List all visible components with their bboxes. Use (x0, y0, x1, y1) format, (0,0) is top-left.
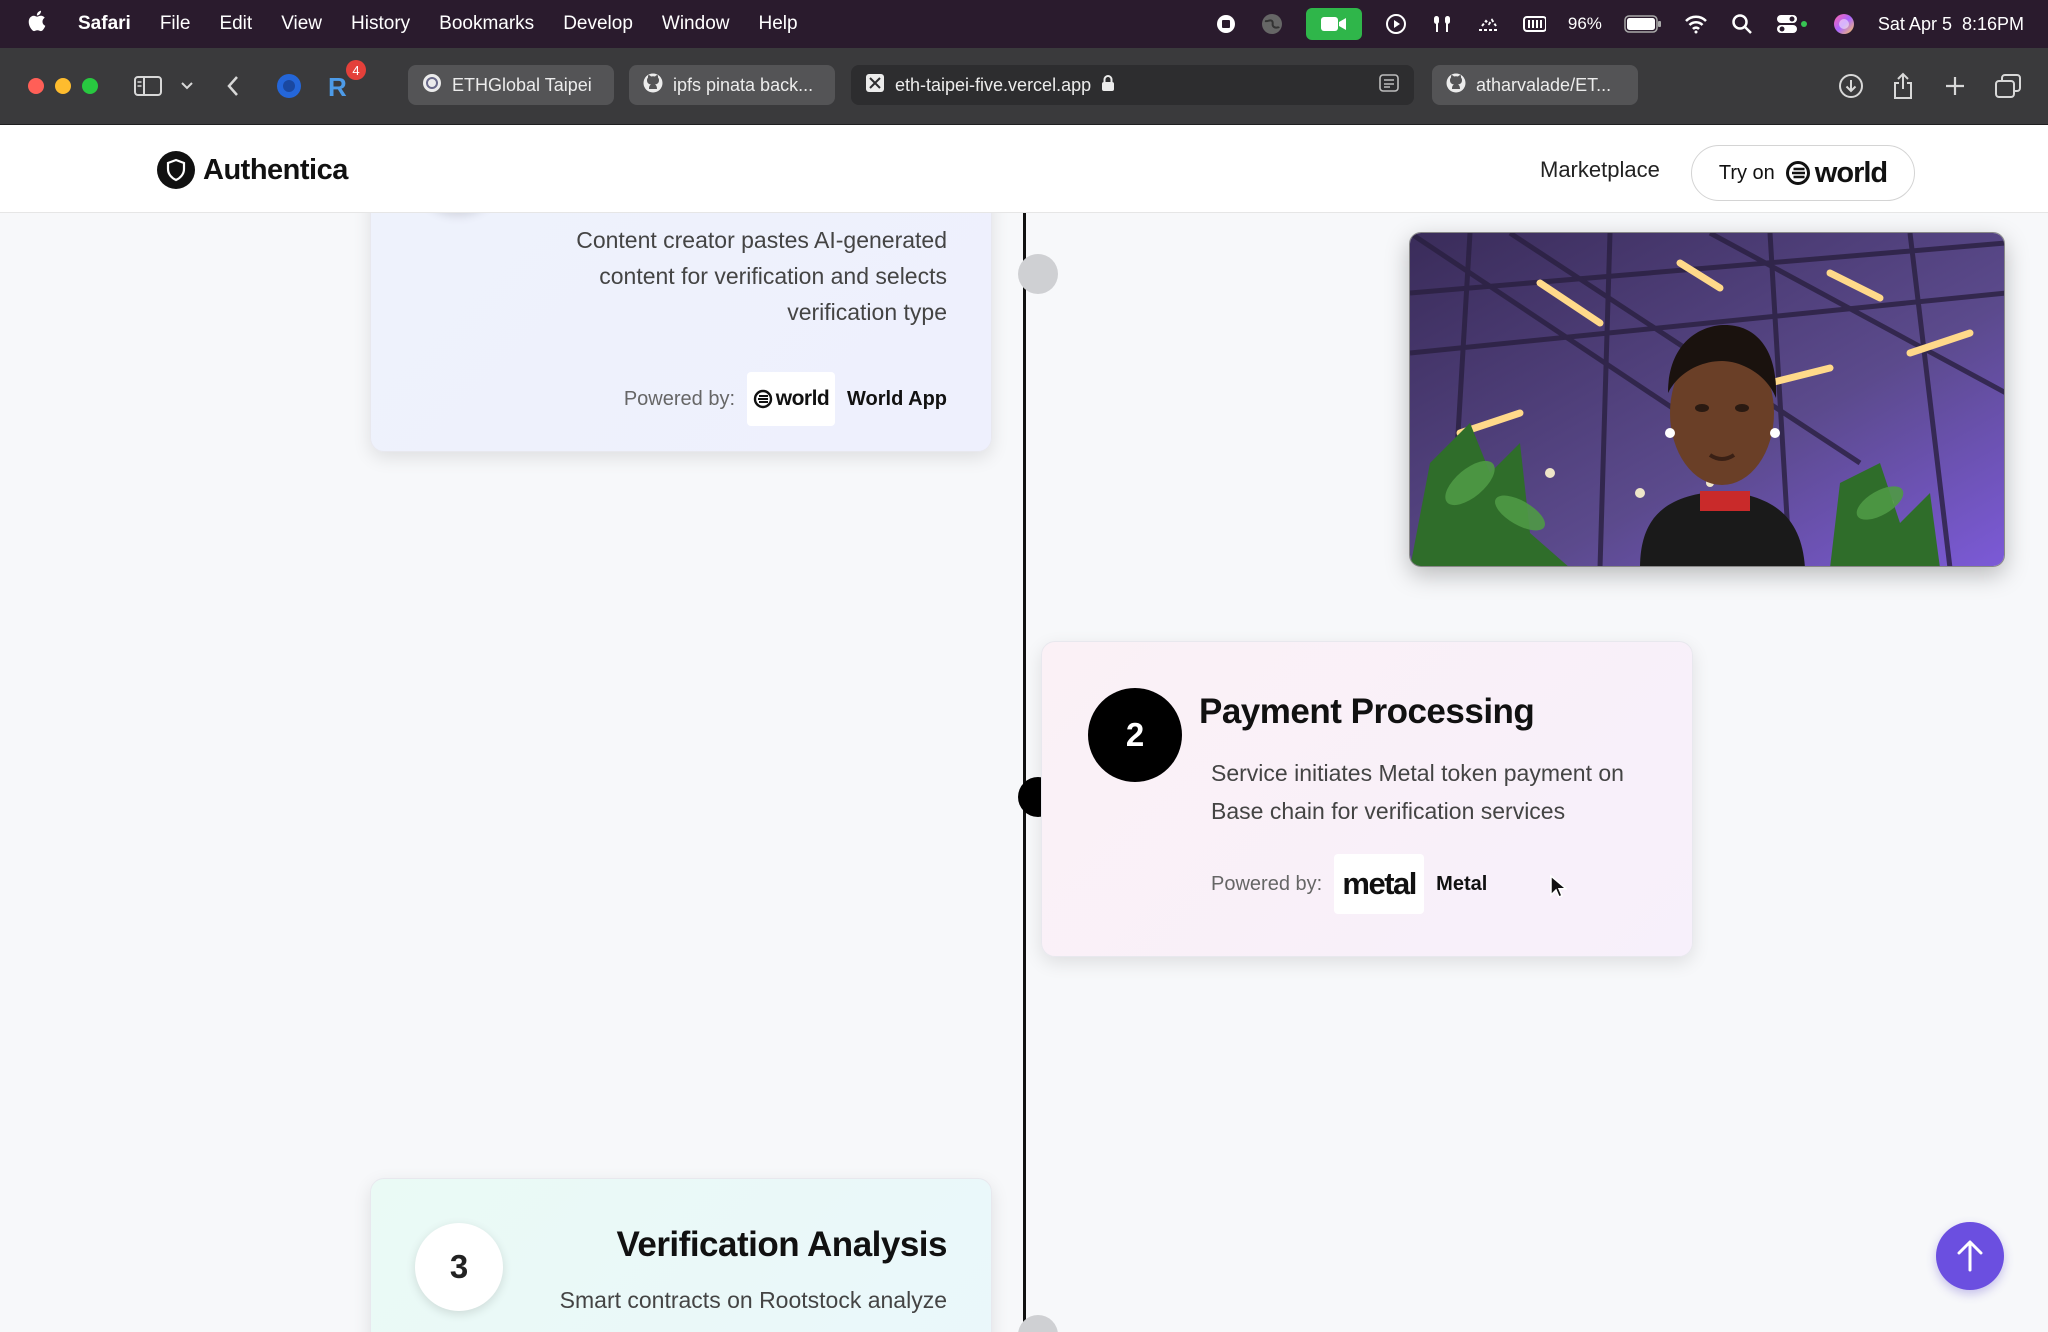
authentica-logo[interactable]: Authentica (157, 151, 348, 189)
world-logo-text: world (1814, 156, 1888, 189)
github-icon (643, 73, 663, 98)
apple-menu-icon[interactable] (26, 9, 56, 39)
reader-mode-icon[interactable] (1378, 73, 1400, 98)
description-line: Smart contracts on Rootstock analyze (559, 1287, 947, 1313)
site-header: Authentica Marketplace Try on world (0, 125, 2048, 213)
step-2-powered-by: Powered by: metal Metal (1211, 854, 1487, 914)
window-controls (28, 78, 98, 94)
step-1-description: Content creator pastes AI-generated cont… (576, 222, 947, 330)
zoom-window-button[interactable] (82, 78, 98, 94)
tab-overview-icon[interactable] (1994, 69, 2022, 103)
battery-percent: 96% (1567, 14, 1602, 33)
stage-manager-icon[interactable] (1476, 12, 1500, 36)
world-logo-text: world (775, 387, 830, 410)
tab-label: ETHGlobal Taipei (452, 74, 592, 95)
step-1-powered-by: Powered by: world World App (624, 372, 947, 426)
brand-name: Metal (1436, 872, 1488, 895)
globe-icon[interactable] (1260, 12, 1284, 36)
nav-marketplace-link[interactable]: Marketplace (1540, 157, 1660, 183)
tab-vercel-active[interactable]: eth-taipei-five.vercel.app (851, 65, 1414, 105)
vercel-icon (865, 73, 885, 98)
menu-help[interactable]: Help (758, 13, 797, 35)
minimize-window-button[interactable] (55, 78, 71, 94)
airpods-icon[interactable] (1430, 12, 1454, 36)
world-app-logo: world (747, 372, 836, 426)
step-card-3: Verification Analysis Smart contracts on… (370, 1178, 992, 1332)
tab-ethglobal[interactable]: ETHGlobal Taipei (408, 65, 614, 105)
menu-develop[interactable]: Develop (563, 13, 633, 35)
timeline-dot-1 (1018, 254, 1058, 294)
scroll-to-top-button[interactable] (1936, 1222, 2004, 1290)
metal-logo: metal (1334, 854, 1425, 914)
tab-label: ipfs pinata back... (673, 74, 814, 95)
description-line: Base chain for verification services (1211, 798, 1566, 824)
world-logo-icon (1785, 161, 1810, 185)
battery-icon[interactable] (1624, 12, 1662, 36)
arrow-up-icon (1957, 1240, 1983, 1272)
description-line: content for verification and selects (599, 263, 947, 289)
tab-label: atharvalade/ET... (1476, 74, 1612, 95)
metal-logo-text: metal (1342, 866, 1417, 901)
macos-menu-bar: Safari File Edit View History Bookmarks … (0, 0, 2048, 48)
try-on-world-button[interactable]: Try on world (1691, 145, 1915, 201)
world-logo: world (1785, 156, 1888, 190)
description-line: Content creator pastes AI-generated (576, 227, 947, 253)
sidebar-menu-chevron-icon[interactable] (180, 69, 194, 103)
safari-toolbar: R 4 ETHGlobal Taipei ipfs pinata back...… (0, 48, 2048, 125)
menubar-clock[interactable]: Sat Apr 5 8:16PM (1878, 14, 2024, 35)
powered-by-label: Powered by: (623, 387, 736, 410)
step-3-title: Verification Analysis (616, 1225, 947, 1264)
mouse-cursor-icon (1550, 874, 1567, 898)
tab-github-atharvalade[interactable]: atharvalade/ET... (1432, 65, 1638, 105)
facetime-camera-icon[interactable] (1305, 8, 1362, 40)
keyboard-icon[interactable] (1522, 12, 1546, 36)
svg-text:R: R (328, 72, 347, 100)
menu-file[interactable]: File (160, 13, 191, 35)
new-tab-plus-icon[interactable] (1944, 69, 1966, 103)
try-on-label: Try on (1718, 161, 1775, 184)
wifi-icon[interactable] (1684, 12, 1708, 36)
menu-bookmarks[interactable]: Bookmarks (439, 13, 534, 35)
description-line: verification type (787, 299, 947, 325)
timeline-line (1023, 213, 1026, 1332)
ethglobal-icon (422, 73, 442, 98)
menu-view[interactable]: View (281, 13, 322, 35)
menu-safari[interactable]: Safari (78, 13, 131, 35)
sidebar-toggle-icon[interactable] (134, 69, 164, 103)
logo-text: Authentica (203, 153, 348, 186)
step-card-2: 2 Payment Processing Service initiates M… (1041, 641, 1693, 957)
menu-edit[interactable]: Edit (219, 13, 252, 35)
video-frame-image (1410, 233, 2004, 566)
step-2-title: Payment Processing (1199, 692, 1535, 731)
close-window-button[interactable] (28, 78, 44, 94)
facetime-video-preview[interactable] (1409, 232, 2005, 567)
step-2-description: Service initiates Metal token payment on… (1211, 754, 1624, 830)
menu-window[interactable]: Window (662, 13, 730, 35)
back-chevron-icon[interactable] (226, 69, 240, 103)
tab-ipfs-pinata[interactable]: ipfs pinata back... (629, 65, 835, 105)
powered-by-label: Powered by: (1211, 872, 1323, 895)
extension-badge: 4 (346, 60, 366, 80)
world-logo-icon (753, 389, 772, 409)
menu-history[interactable]: History (351, 13, 410, 35)
step-3-number-circle: 3 (415, 1223, 503, 1311)
share-icon[interactable] (1892, 69, 1914, 103)
shield-icon (157, 151, 195, 189)
siri-icon[interactable] (1832, 12, 1856, 36)
control-center-icon[interactable] (1776, 12, 1810, 36)
web-page: Authentica Marketplace Try on world Cont… (0, 125, 2048, 1332)
spotlight-search-icon[interactable] (1730, 12, 1754, 36)
screen-record-icon[interactable] (1214, 12, 1238, 36)
lock-icon (1101, 74, 1115, 97)
tab-url: eth-taipei-five.vercel.app (895, 74, 1092, 95)
github-icon (1446, 73, 1466, 98)
step-3-description: Smart contracts on Rootstock analyze (560, 1282, 947, 1318)
play-icon[interactable] (1384, 12, 1408, 36)
extension-blue-icon[interactable] (276, 69, 302, 103)
downloads-icon[interactable] (1838, 69, 1864, 103)
step-2-number-circle: 2 (1088, 688, 1182, 782)
brand-name: World App (847, 387, 947, 410)
description-line: Service initiates Metal token payment on (1211, 760, 1624, 786)
